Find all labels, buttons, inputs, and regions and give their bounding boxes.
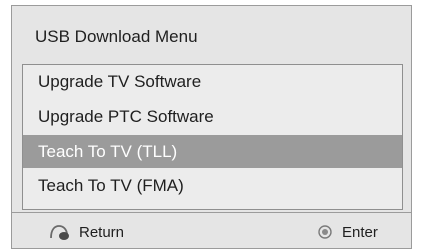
return-icon bbox=[50, 225, 69, 240]
menu-list: Upgrade TV Software Upgrade PTC Software… bbox=[22, 64, 403, 210]
menu-item-upgrade-tv-software[interactable]: Upgrade TV Software bbox=[23, 65, 402, 98]
return-label: Return bbox=[79, 223, 125, 241]
footer-divider bbox=[12, 212, 411, 213]
dialog-title: USB Download Menu bbox=[35, 27, 198, 46]
menu-item-teach-to-tv-fma[interactable]: Teach To TV (FMA) bbox=[23, 169, 402, 202]
menu-item-upgrade-ptc-software[interactable]: Upgrade PTC Software bbox=[23, 100, 402, 133]
enter-label: Enter bbox=[342, 223, 378, 241]
enter-button[interactable]: Enter bbox=[318, 222, 378, 242]
menu-item-teach-to-tv-tll[interactable]: Teach To TV (TLL) bbox=[23, 135, 402, 168]
usb-download-dialog: USB Download Menu Upgrade TV Software Up… bbox=[11, 5, 412, 249]
enter-icon bbox=[318, 225, 332, 239]
return-button[interactable]: Return bbox=[47, 222, 124, 242]
